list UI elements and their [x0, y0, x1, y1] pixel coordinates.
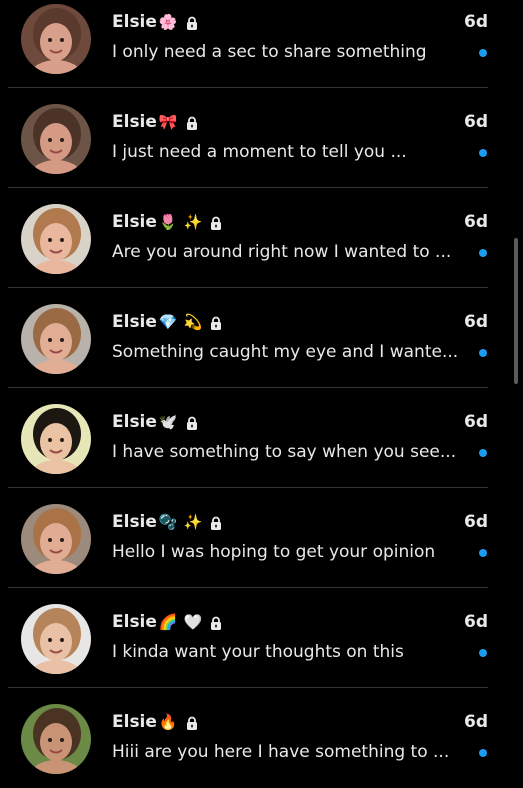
avatar-image — [21, 504, 91, 574]
timestamp: 6d — [464, 712, 488, 732]
conversation-title: Elsie 🌷 ✨ — [112, 212, 222, 232]
timestamp: 6d — [464, 312, 488, 332]
message-preview: Hiii are you here I have something to ..… — [112, 742, 450, 762]
message-preview: I kinda want your thoughts on this — [112, 642, 404, 662]
conversation-row[interactable]: Elsie 🌈 🤍 6d I kinda want your thoughts o… — [8, 588, 488, 688]
conversation-list: Elsie 🌸 6d I only need a sec to share so… — [0, 0, 505, 788]
lock-icon — [186, 15, 198, 30]
name-emoji: ✨ — [183, 213, 203, 231]
conversation-row[interactable]: Elsie 🌷 ✨ 6d Are you around right now I w… — [8, 188, 488, 288]
name-emoji: 🤍 — [183, 613, 203, 631]
conversation-title: Elsie 🎀 — [112, 112, 198, 132]
avatar[interactable] — [21, 204, 91, 274]
name-emoji: ✨ — [183, 513, 203, 531]
message-preview: I just need a moment to tell you ... — [112, 142, 407, 162]
message-preview: Something caught my eye and I wante... — [112, 342, 459, 362]
lock-icon — [210, 215, 222, 230]
timestamp: 6d — [464, 612, 488, 632]
sender-name: Elsie — [112, 512, 157, 532]
unread-dot — [479, 149, 487, 157]
avatar[interactable] — [21, 404, 91, 474]
avatar[interactable] — [21, 104, 91, 174]
conversation-title: Elsie 🌸 — [112, 12, 198, 32]
unread-dot — [479, 449, 487, 457]
sender-name: Elsie — [112, 412, 157, 432]
message-preview: I have something to say when you see... — [112, 442, 457, 462]
name-emoji: 💫 — [183, 313, 203, 331]
avatar[interactable] — [21, 604, 91, 674]
avatar[interactable] — [21, 4, 91, 74]
name-emoji: 💎 — [158, 313, 178, 331]
sender-name: Elsie — [112, 112, 157, 132]
avatar-image — [21, 204, 91, 274]
name-emoji: 🫧 — [158, 513, 178, 531]
conversation-row[interactable]: Elsie 🌸 6d I only need a sec to share so… — [8, 0, 488, 88]
conversation-title: Elsie 🔥 — [112, 712, 198, 732]
name-emoji: 🌈 — [158, 613, 178, 631]
name-emoji: 🎀 — [158, 113, 178, 131]
avatar-image — [21, 604, 91, 674]
conversation-title: Elsie 🫧 ✨ — [112, 512, 222, 532]
lock-icon — [186, 115, 198, 130]
timestamp: 6d — [464, 112, 488, 132]
conversation-row[interactable]: Elsie 🔥 6d Hiii are you here I have some… — [8, 688, 488, 788]
conversation-row[interactable]: Elsie 💎 💫 6d Something caught my eye and … — [8, 288, 488, 388]
timestamp: 6d — [464, 412, 488, 432]
name-emoji: 🔥 — [158, 713, 178, 731]
message-preview: I only need a sec to share something — [112, 42, 427, 62]
conversation-title: Elsie 🕊️ — [112, 412, 198, 432]
sender-name: Elsie — [112, 712, 157, 732]
avatar-image — [21, 404, 91, 474]
timestamp: 6d — [464, 212, 488, 232]
avatar[interactable] — [21, 504, 91, 574]
timestamp: 6d — [464, 12, 488, 32]
avatar-image — [21, 704, 91, 774]
sender-name: Elsie — [112, 612, 157, 632]
message-preview: Hello I was hoping to get your opinion — [112, 542, 436, 562]
unread-dot — [479, 249, 487, 257]
avatar-image — [21, 4, 91, 74]
unread-dot — [479, 549, 487, 557]
unread-dot — [479, 649, 487, 657]
lock-icon — [210, 515, 222, 530]
lock-icon — [210, 615, 222, 630]
lock-icon — [210, 315, 222, 330]
conversation-title: Elsie 💎 💫 — [112, 312, 222, 332]
sender-name: Elsie — [112, 212, 157, 232]
sender-name: Elsie — [112, 12, 157, 32]
unread-dot — [479, 749, 487, 757]
avatar[interactable] — [21, 704, 91, 774]
avatar-image — [21, 104, 91, 174]
avatar[interactable] — [21, 304, 91, 374]
lock-icon — [186, 715, 198, 730]
conversation-title: Elsie 🌈 🤍 — [112, 612, 222, 632]
name-emoji: 🕊️ — [158, 413, 178, 431]
name-emoji: 🌷 — [158, 213, 178, 231]
conversation-row[interactable]: Elsie 🎀 6d I just need a moment to tell … — [8, 88, 488, 188]
unread-dot — [479, 349, 487, 357]
name-emoji: 🌸 — [158, 13, 178, 31]
conversation-row[interactable]: Elsie 🫧 ✨ 6d Hello I was hoping to get yo… — [8, 488, 488, 588]
timestamp: 6d — [464, 512, 488, 532]
lock-icon — [186, 415, 198, 430]
unread-dot — [479, 49, 487, 57]
message-preview: Are you around right now I wanted to ... — [112, 242, 452, 262]
scrollbar[interactable] — [514, 238, 518, 384]
sender-name: Elsie — [112, 312, 157, 332]
conversation-row[interactable]: Elsie 🕊️ 6d I have something to say when… — [8, 388, 488, 488]
avatar-image — [21, 304, 91, 374]
